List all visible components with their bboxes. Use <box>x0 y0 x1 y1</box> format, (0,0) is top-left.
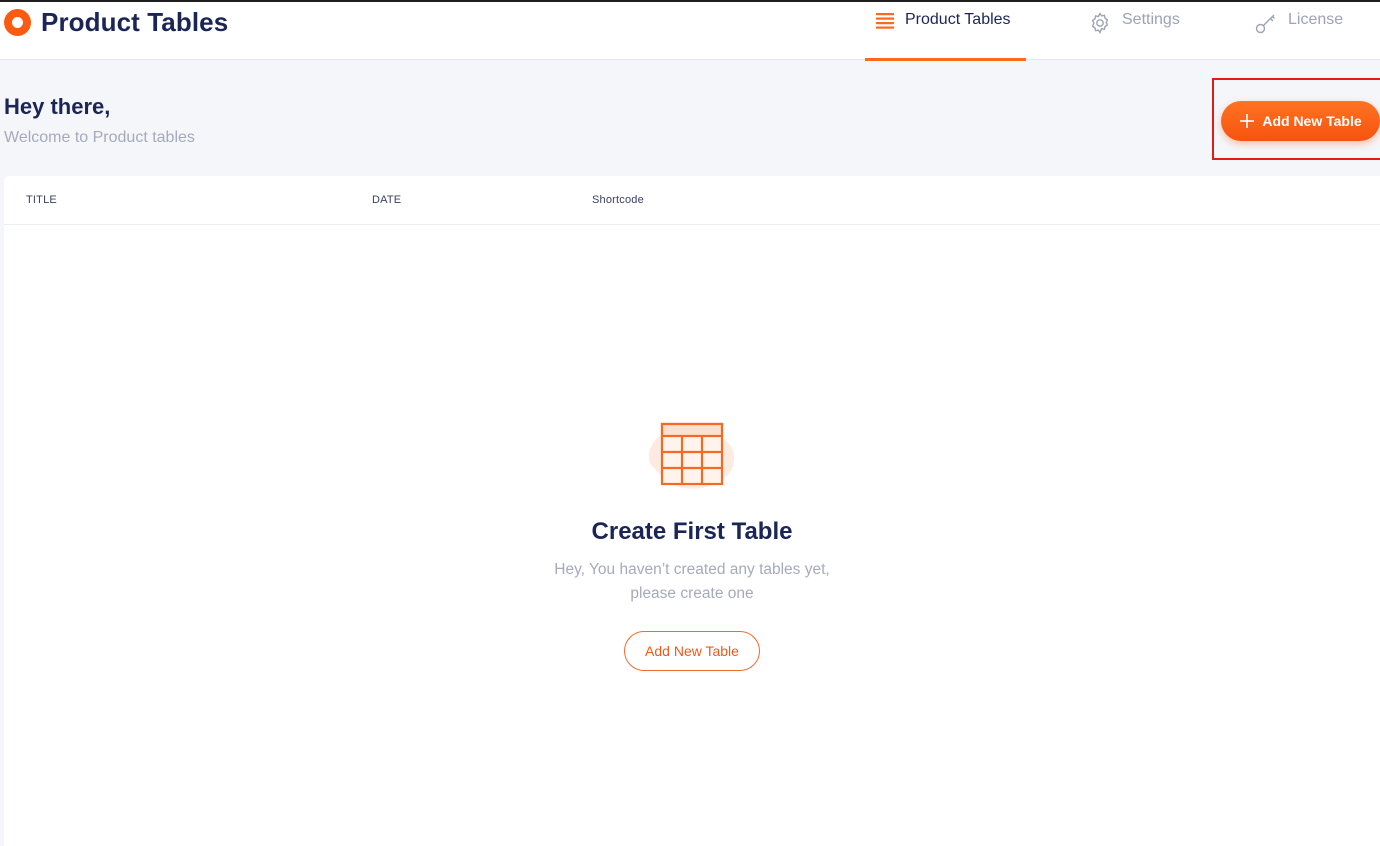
greeting: Hey there, Welcome to Product tables <box>4 94 195 147</box>
column-header-shortcode[interactable]: Shortcode <box>592 194 644 206</box>
list-icon <box>875 11 895 29</box>
app-header: Product Tables Product Tables Settings L… <box>0 2 1380 61</box>
brand-logo-icon <box>4 8 31 36</box>
empty-state-title: Create First Table <box>591 518 793 545</box>
tab-license[interactable]: License <box>1186 2 1356 60</box>
empty-state-message: Hey, You haven’t created any tables yet,… <box>554 561 830 602</box>
tab-product-tables[interactable]: Product Tables <box>865 2 1026 61</box>
tab-label: License <box>1288 11 1344 28</box>
tab-settings[interactable]: Settings <box>1026 2 1186 60</box>
brand[interactable]: Product Tables <box>4 5 228 39</box>
key-icon <box>1254 11 1278 35</box>
column-header-title[interactable]: TITLE <box>26 194 57 206</box>
gear-icon <box>1088 11 1112 35</box>
page-title: Hey there, <box>4 94 111 119</box>
plus-icon <box>1239 113 1255 129</box>
tables-panel: TITLE DATE Shortcode Create First Table … <box>4 176 1380 846</box>
app-title: Product Tables <box>41 6 229 37</box>
tab-label: Product Tables <box>905 11 1011 28</box>
column-header-date[interactable]: DATE <box>372 194 401 206</box>
tab-label: Settings <box>1122 11 1180 28</box>
add-new-table-button[interactable]: Add New Table <box>1221 101 1380 141</box>
main-nav: Product Tables Settings License <box>865 2 1356 61</box>
empty-state: Create First Table Hey, You haven’t crea… <box>4 416 1380 671</box>
table-header: TITLE DATE Shortcode <box>4 176 1380 225</box>
page-subtitle: Welcome to Product tables <box>4 129 195 146</box>
table-illustration-icon <box>648 422 735 489</box>
empty-add-new-table-button[interactable]: Add New Table <box>624 631 760 671</box>
add-new-table-label: Add New Table <box>1262 113 1362 129</box>
